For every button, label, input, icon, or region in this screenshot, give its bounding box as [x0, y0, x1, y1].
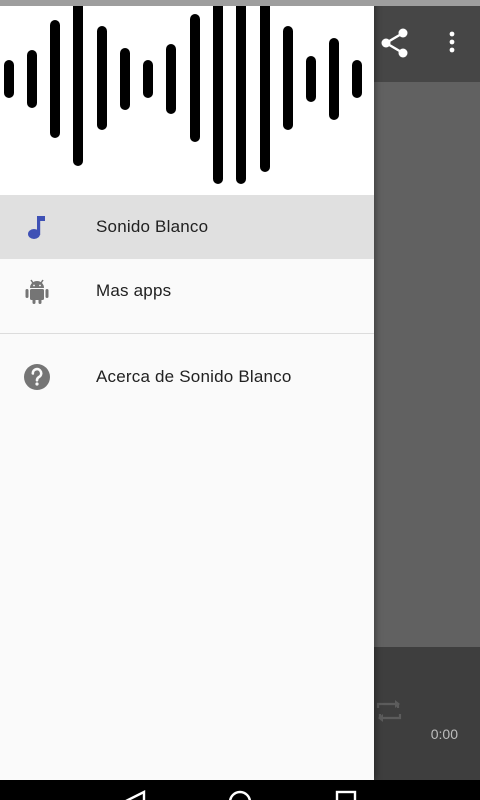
share-icon[interactable] — [378, 26, 412, 60]
recents-icon[interactable] — [332, 780, 360, 800]
system-navigation-bar — [0, 780, 480, 800]
nav-item-mas-apps[interactable]: Mas apps — [0, 259, 374, 323]
nav-item-label: Sonido Blanco — [96, 217, 209, 236]
time-label: 0:00 — [430, 726, 458, 742]
status-bar — [0, 0, 480, 6]
navigation-drawer: Sonido Blanco Mas apps Acerca de Sonido … — [0, 0, 374, 780]
repeat-icon[interactable] — [374, 698, 404, 724]
back-icon[interactable] — [120, 780, 150, 800]
android-icon — [22, 276, 52, 306]
help-circle-icon — [22, 362, 52, 392]
more-options-icon[interactable] — [440, 28, 464, 58]
drawer-header — [0, 0, 374, 195]
home-icon[interactable] — [224, 780, 256, 800]
nav-item-label: Mas apps — [96, 281, 172, 300]
divider — [0, 333, 374, 334]
nav-item-sonido-blanco[interactable]: Sonido Blanco — [0, 195, 374, 259]
sound-wave-logo — [4, 0, 362, 184]
nav-item-acerca[interactable]: Acerca de Sonido Blanco — [0, 345, 374, 409]
nav-item-label: Acerca de Sonido Blanco — [96, 367, 292, 386]
music-note-icon — [22, 212, 52, 242]
